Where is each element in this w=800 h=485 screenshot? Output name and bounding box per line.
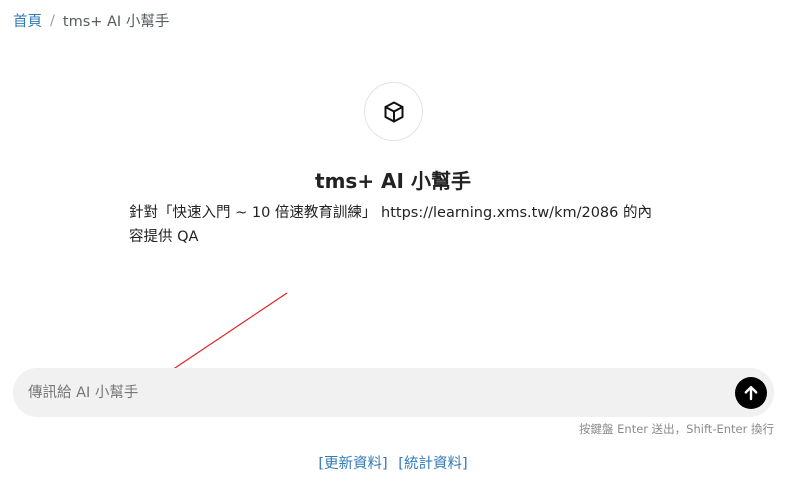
message-input[interactable]: [13, 368, 735, 417]
breadcrumb: 首頁 / tms+ AI 小幫手: [13, 10, 169, 31]
stats-data-link[interactable]: [統計資料]: [398, 456, 467, 472]
message-composer: [13, 368, 774, 417]
cube-icon: [384, 101, 403, 122]
breadcrumb-home-link[interactable]: 首頁: [13, 10, 42, 31]
breadcrumb-separator: /: [50, 12, 55, 29]
assistant-logo: [364, 82, 423, 141]
update-data-link[interactable]: [更新資料]: [318, 456, 387, 472]
breadcrumb-current: tms+ AI 小幫手: [62, 14, 170, 30]
assistant-title: tms+ AI 小幫手: [315, 169, 471, 193]
keyboard-hint: 按鍵盤 Enter 送出，Shift-Enter 換行: [579, 422, 774, 436]
footer-links: [更新資料] [統計資料]: [0, 452, 786, 473]
assistant-description: 針對「快速入門 ~ 10 倍速教育訓練」 https://learning.xm…: [129, 205, 652, 245]
arrow-up-icon: [744, 385, 758, 400]
send-button[interactable]: [735, 376, 767, 409]
